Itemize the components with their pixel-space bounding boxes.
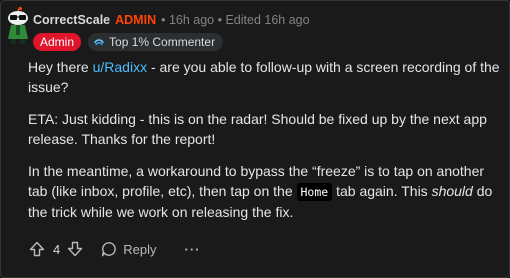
username[interactable]: CorrectScale bbox=[33, 13, 110, 27]
reply-button[interactable]: Reply bbox=[101, 241, 156, 257]
award-icon bbox=[94, 38, 104, 45]
downvote-button[interactable] bbox=[67, 241, 83, 257]
emphasis-should: should bbox=[431, 183, 473, 199]
flair-top-commenter-label: Top 1% Commenter bbox=[109, 34, 216, 49]
user-flairs: Admin Top 1% Commenter bbox=[33, 32, 224, 51]
comment-header: CorrectScale ADMIN • 16h ago • Edited 16… bbox=[33, 11, 310, 29]
more-dots-icon: ··· bbox=[184, 241, 201, 257]
p3-text-middle: tab again. This bbox=[332, 183, 432, 199]
vote-count: 4 bbox=[53, 241, 61, 257]
flair-admin: Admin bbox=[33, 32, 82, 51]
downvote-icon bbox=[68, 241, 83, 257]
paragraph-2: ETA: Just kidding - this is on the radar… bbox=[28, 111, 487, 147]
paragraph-1: Hey there u/Radixx - are you able to fol… bbox=[28, 57, 503, 97]
upvote-icon bbox=[29, 241, 45, 257]
avatar[interactable] bbox=[5, 6, 31, 45]
p1-text-start: Hey there bbox=[28, 59, 93, 75]
paragraph-3: In the meantime, a workaround to bypass … bbox=[28, 161, 503, 222]
snoo-avatar-icon bbox=[8, 6, 28, 44]
reply-label: Reply bbox=[123, 241, 157, 257]
admin-tag: ADMIN bbox=[115, 13, 157, 27]
upvote-button[interactable] bbox=[29, 241, 45, 257]
comment-meta: • 16h ago • Edited 16h ago bbox=[161, 13, 310, 27]
more-options-button[interactable]: ··· bbox=[184, 242, 200, 257]
comment-card: CorrectScale ADMIN • 16h ago • Edited 16… bbox=[0, 0, 510, 278]
user-link[interactable]: u/Radixx bbox=[93, 59, 147, 75]
comment-body: Hey there u/Radixx - are you able to fol… bbox=[28, 57, 503, 234]
inline-code-home: Home bbox=[296, 183, 333, 201]
flair-top-commenter: Top 1% Commenter bbox=[88, 32, 224, 51]
comment-actions: 4 Reply ··· bbox=[29, 238, 200, 260]
reply-bubble-icon bbox=[102, 242, 117, 257]
